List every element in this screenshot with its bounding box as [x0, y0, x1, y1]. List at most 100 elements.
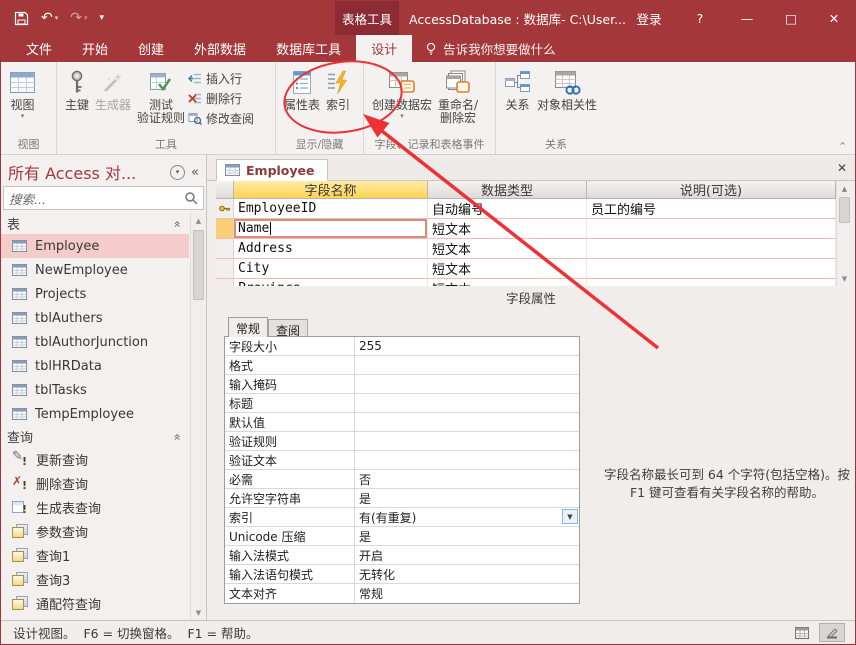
nav-pane-menu-icon[interactable]: ▾: [170, 165, 185, 180]
description-cell[interactable]: [587, 219, 836, 239]
property-row[interactable]: 索引 有(有重复) ▼: [225, 508, 579, 527]
scroll-thumb[interactable]: [193, 230, 204, 300]
property-value[interactable]: 255 ▼: [355, 337, 579, 355]
collapse-ribbon-button[interactable]: ‹: [841, 137, 845, 150]
field-row[interactable]: EmployeeID 自动编号 员工的编号: [216, 199, 836, 219]
data-type-cell[interactable]: 短文本: [428, 219, 587, 239]
sidebar-item-query[interactable]: 生成表查询: [1, 495, 189, 519]
property-value[interactable]: ▼: [355, 432, 579, 450]
relationships-button[interactable]: 关系: [501, 65, 534, 114]
column-header-description[interactable]: 说明(可选): [587, 181, 836, 199]
insert-rows-button[interactable]: 插入行: [188, 69, 254, 87]
sidebar-item-query[interactable]: 参数查询: [1, 519, 189, 543]
description-cell[interactable]: 员工的编号: [587, 199, 836, 219]
object-dependencies-button[interactable]: 对象相关性: [534, 65, 600, 114]
property-value[interactable]: 开启 ▼: [355, 546, 579, 564]
nav-scrollbar[interactable]: ▲ ▼: [190, 213, 206, 620]
scroll-down-icon[interactable]: ▼: [191, 605, 206, 620]
design-view-button[interactable]: [819, 623, 845, 642]
property-row[interactable]: 输入法模式 开启 ▼: [225, 546, 579, 565]
ribbon-tab[interactable]: 外部数据: [179, 35, 261, 62]
minimize-button[interactable]: —: [725, 1, 769, 35]
data-type-cell[interactable]: 短文本: [428, 259, 587, 279]
delete-rows-button[interactable]: 删除行: [188, 89, 254, 107]
column-header-data-type[interactable]: 数据类型: [428, 181, 587, 199]
maximize-button[interactable]: □: [769, 1, 813, 35]
property-value[interactable]: 有(有重复) ▼: [355, 508, 579, 526]
data-type-cell[interactable]: 短文本: [428, 279, 587, 286]
sign-in-button[interactable]: 登录: [623, 1, 675, 35]
column-header-field-name[interactable]: 字段名称: [234, 181, 428, 199]
sidebar-item-query[interactable]: 通配符查询: [1, 591, 189, 615]
datasheet-view-button[interactable]: [789, 623, 815, 642]
primary-key-button[interactable]: 主键: [62, 65, 92, 114]
field-name-cell[interactable]: City: [234, 259, 428, 279]
description-cell[interactable]: [587, 279, 836, 286]
property-row[interactable]: 标题 ▼: [225, 394, 579, 413]
property-value[interactable]: 是 ▼: [355, 527, 579, 545]
scroll-up-icon[interactable]: ▲: [837, 181, 852, 196]
sidebar-item-table[interactable]: TempEmployee: [1, 402, 189, 426]
close-document-icon[interactable]: ✕: [837, 161, 847, 175]
field-name-cell[interactable]: EmployeeID: [234, 199, 428, 219]
create-data-macros-button[interactable]: 创建数据宏 ▾: [369, 65, 435, 122]
row-selector[interactable]: [216, 239, 234, 259]
tab-lookup[interactable]: 查阅: [268, 319, 308, 336]
collapse-section-icon[interactable]: «: [170, 433, 184, 440]
sidebar-item-table[interactable]: tblHRData: [1, 354, 189, 378]
property-value[interactable]: 否 ▼: [355, 470, 579, 488]
view-button[interactable]: 视图 ▾: [6, 65, 39, 122]
undo-button[interactable]: ↶▾: [41, 10, 58, 26]
property-row[interactable]: 默认值 ▼: [225, 413, 579, 432]
sidebar-item-table[interactable]: NewEmployee: [1, 258, 189, 282]
modify-lookups-button[interactable]: 修改查阅: [188, 109, 254, 127]
property-row[interactable]: 验证规则 ▼: [225, 432, 579, 451]
sidebar-item-table[interactable]: Projects: [1, 282, 189, 306]
row-selector[interactable]: [216, 219, 234, 239]
property-value[interactable]: ▼: [355, 375, 579, 393]
field-row[interactable]: Province 短文本: [216, 279, 836, 286]
property-value[interactable]: ▼: [355, 413, 579, 431]
sidebar-item-table[interactable]: tblAuthers: [1, 306, 189, 330]
field-name-cell[interactable]: Name: [234, 219, 428, 239]
property-sheet-button[interactable]: 属性表: [281, 65, 323, 114]
property-value[interactable]: ▼: [355, 451, 579, 469]
field-row[interactable]: City 短文本: [216, 259, 836, 279]
row-selector[interactable]: [216, 199, 234, 219]
property-value[interactable]: 常规 ▼: [355, 584, 579, 603]
scroll-down-icon[interactable]: ▼: [837, 271, 852, 286]
sidebar-item-query[interactable]: 删除查询: [1, 471, 189, 495]
sidebar-item-table[interactable]: tblAuthorJunction: [1, 330, 189, 354]
search-icon[interactable]: [184, 191, 198, 205]
property-row[interactable]: 允许空字符串 是 ▼: [225, 489, 579, 508]
property-value[interactable]: 无转化 ▼: [355, 565, 579, 583]
description-cell[interactable]: [587, 259, 836, 279]
tab-general[interactable]: 常规: [228, 317, 268, 337]
rename-delete-macro-button[interactable]: 重命名/删除宏: [435, 65, 481, 127]
row-selector[interactable]: [216, 259, 234, 279]
property-row[interactable]: 输入掩码 ▼: [225, 375, 579, 394]
close-button[interactable]: ✕: [813, 1, 855, 35]
data-type-cell[interactable]: 自动编号: [428, 199, 587, 219]
ribbon-tab[interactable]: 创建: [123, 35, 179, 62]
test-validation-rules-button[interactable]: 测试验证规则: [134, 65, 188, 127]
document-tab-employee[interactable]: Employee: [216, 159, 328, 181]
help-button[interactable]: ?: [675, 1, 725, 35]
property-row[interactable]: 必需 否 ▼: [225, 470, 579, 489]
property-row[interactable]: 格式 ▼: [225, 356, 579, 375]
tell-me-box[interactable]: 告诉我你想要做什么: [425, 35, 556, 62]
property-value[interactable]: ▼: [355, 394, 579, 412]
nav-search-box[interactable]: 搜索...: [3, 186, 204, 210]
property-row[interactable]: 文本对齐 常规 ▼: [225, 584, 579, 603]
scroll-up-icon[interactable]: ▲: [191, 213, 206, 228]
grid-corner-cell[interactable]: [216, 181, 234, 199]
property-value[interactable]: ▼: [355, 356, 579, 374]
field-row[interactable]: Name 短文本: [216, 219, 836, 239]
property-row[interactable]: 验证文本 ▼: [225, 451, 579, 470]
nav-section-tables[interactable]: 表 «: [1, 213, 189, 234]
customize-qat-button[interactable]: ▾: [100, 13, 105, 23]
description-cell[interactable]: [587, 239, 836, 259]
field-name-cell[interactable]: Province: [234, 279, 428, 286]
property-value[interactable]: 是 ▼: [355, 489, 579, 507]
sidebar-item-table[interactable]: tblTasks: [1, 378, 189, 402]
